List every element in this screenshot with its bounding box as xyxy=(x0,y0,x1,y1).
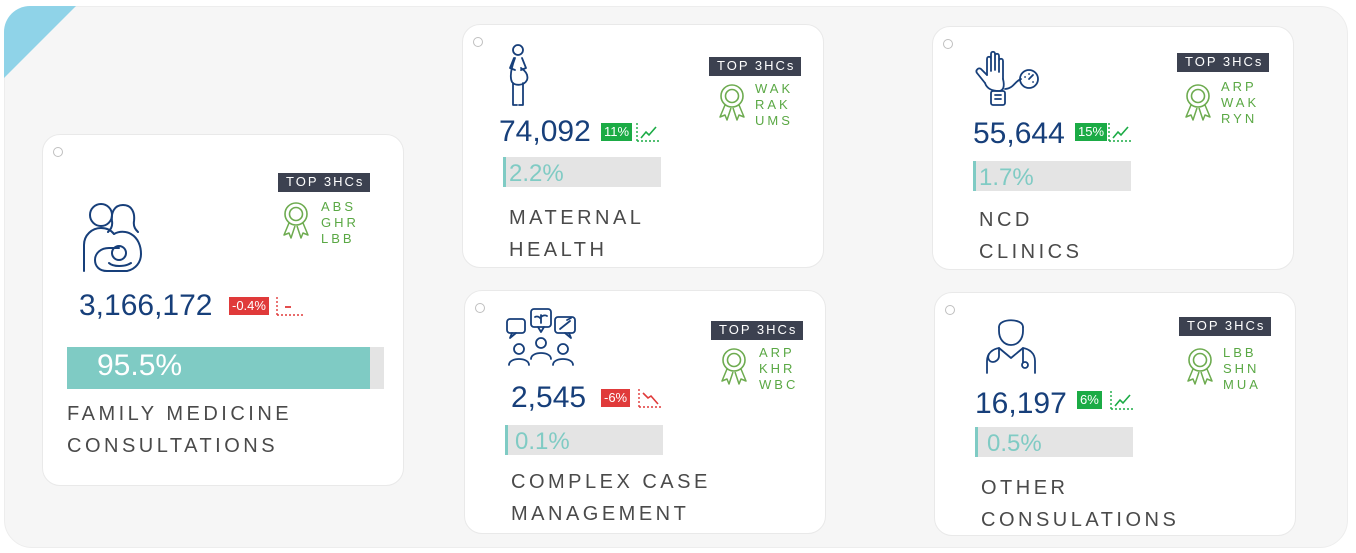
top-hcs-list: WAK RAK UMS xyxy=(755,81,793,129)
card-family-medicine[interactable]: TOP 3HCs ABS GHR LBB 3,166,172 -0.4% 95.… xyxy=(42,134,404,486)
care-team-icon xyxy=(506,308,576,366)
hc-code: LBB xyxy=(1223,345,1257,360)
change-badge: -0.4% xyxy=(229,297,269,315)
metric-value: 2,545 xyxy=(511,381,587,414)
metric-value: 3,166,172 xyxy=(79,289,213,322)
hc-code: WBC xyxy=(759,377,799,392)
top-hcs-list: ARP WAK RYN xyxy=(1221,79,1259,127)
top-hcs-badge: TOP 3HCs xyxy=(709,57,802,76)
card-title-line2: CLINICS xyxy=(979,241,1083,263)
card-title-line1: OTHER xyxy=(981,477,1069,499)
change-badge: 11% xyxy=(601,123,633,141)
card-title-line1: MATERNAL xyxy=(509,207,645,229)
card-other-consulations[interactable]: TOP 3HCs LBB SHN MUA 16,197 6% 0.5% OTHE… xyxy=(934,292,1296,536)
top-hcs-badge: TOP 3HCs xyxy=(1177,53,1270,72)
share-bar-fill xyxy=(503,157,507,187)
card-title-line2: HEALTH xyxy=(509,239,608,261)
blood-pressure-icon xyxy=(975,50,1039,106)
metric-value: 74,092 xyxy=(499,115,591,148)
doctor-icon xyxy=(986,319,1036,374)
change-badge: 15% xyxy=(1075,123,1108,141)
award-ribbon-icon xyxy=(283,202,309,239)
hc-code: UMS xyxy=(755,113,793,128)
award-ribbon-icon xyxy=(721,348,747,385)
card-title-line1: FAMILY MEDICINE xyxy=(67,403,293,425)
share-percent: 0.5% xyxy=(987,430,1042,457)
hc-code: ARP xyxy=(759,345,795,360)
corner-accent xyxy=(4,6,76,78)
trend-up-icon xyxy=(1110,391,1133,410)
card-title-line2: CONSULTATIONS xyxy=(67,435,279,457)
pregnant-woman-icon xyxy=(509,44,529,106)
card-title-line2: CONSULATIONS xyxy=(981,509,1180,531)
award-ribbon-icon xyxy=(1185,84,1211,121)
hc-code: RYN xyxy=(1221,111,1258,126)
top-hcs-list: ABS GHR LBB xyxy=(321,199,359,247)
change-badge: -6% xyxy=(601,389,631,407)
share-percent: 0.1% xyxy=(515,428,570,455)
card-title-line1: COMPLEX CASE xyxy=(511,471,711,493)
hc-code: SHN xyxy=(1223,361,1260,376)
trend-down-icon xyxy=(638,389,661,408)
top-hcs-list: LBB SHN MUA xyxy=(1223,345,1261,393)
share-percent: 95.5% xyxy=(97,349,183,382)
metric-value: 16,197 xyxy=(975,387,1067,420)
select-radio[interactable] xyxy=(943,39,953,49)
card-title-line2: MANAGEMENT xyxy=(511,503,690,525)
top-hcs-badge: TOP 3HCs xyxy=(278,173,371,192)
share-percent: 2.2% xyxy=(509,160,564,187)
select-radio[interactable] xyxy=(53,147,63,157)
top-hcs-badge: TOP 3HCs xyxy=(1179,317,1272,336)
trend-flat-icon xyxy=(276,297,305,316)
hc-code: WAK xyxy=(755,81,794,96)
family-icon xyxy=(83,203,142,272)
hc-code: KHR xyxy=(759,361,796,376)
hc-code: RAK xyxy=(755,97,791,112)
hc-code: MUA xyxy=(1223,377,1261,392)
top-hcs-badge: TOP 3HCs xyxy=(711,321,804,340)
top-hcs-list: ARP KHR WBC xyxy=(759,345,798,393)
hc-code: ABS xyxy=(321,199,357,214)
share-bar-fill xyxy=(975,427,978,457)
hc-code: ARP xyxy=(1221,79,1257,94)
card-maternal-health[interactable]: TOP 3HCs WAK RAK UMS 74,092 11% 2.2% MAT… xyxy=(462,24,824,268)
share-percent: 1.7% xyxy=(979,164,1034,191)
card-ncd-clinics[interactable]: TOP 3HCs ARP WAK RYN 55,644 15% 1.7% NCD… xyxy=(932,26,1294,270)
award-ribbon-icon xyxy=(719,84,745,121)
metric-value: 55,644 xyxy=(973,117,1065,150)
select-radio[interactable] xyxy=(475,303,485,313)
share-bar-fill xyxy=(505,425,508,455)
card-complex-case-management[interactable]: TOP 3HCs ARP KHR WBC 2,545 -6% 0.1% COMP… xyxy=(464,290,826,534)
select-radio[interactable] xyxy=(945,305,955,315)
award-ribbon-icon xyxy=(1187,348,1213,385)
trend-up-icon xyxy=(636,123,659,142)
card-title-line1: NCD xyxy=(979,209,1033,231)
change-badge: 6% xyxy=(1077,391,1102,409)
select-radio[interactable] xyxy=(473,37,483,47)
hc-code: LBB xyxy=(321,231,355,246)
trend-up-icon xyxy=(1108,123,1131,142)
share-bar-fill xyxy=(973,161,976,191)
hc-code: GHR xyxy=(321,215,359,230)
hc-code: WAK xyxy=(1221,95,1260,110)
